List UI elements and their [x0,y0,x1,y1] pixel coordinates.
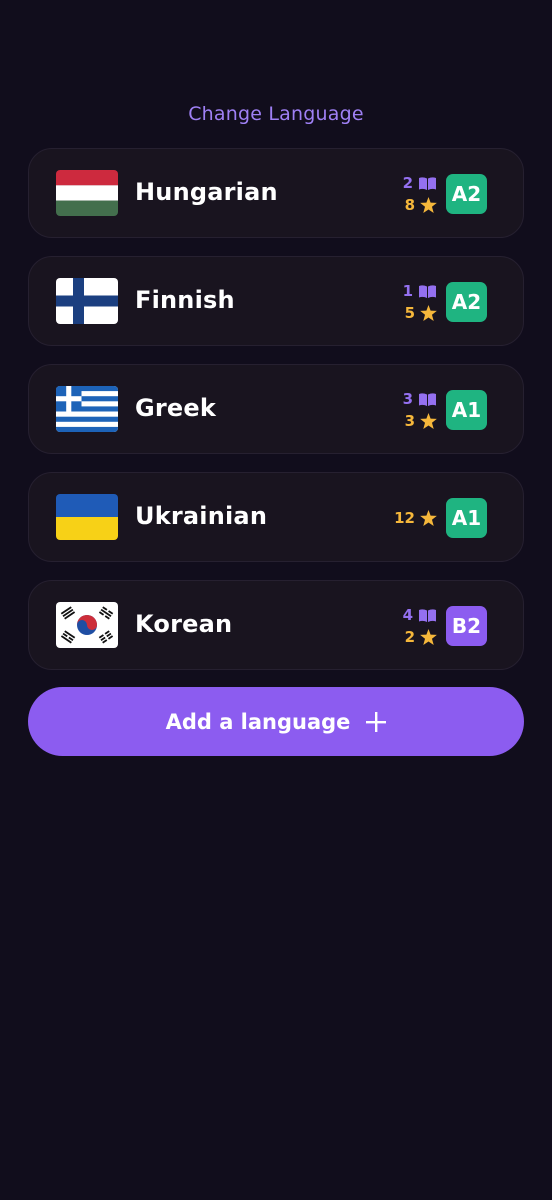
language-name: Greek [135,394,217,422]
language-stats: 3 3 [357,389,437,431]
add-language-button[interactable]: Add a language [28,687,524,756]
words-count: 4 [402,606,413,624]
language-stats: 12 [357,497,437,539]
language-name: Hungarian [135,178,278,206]
south-korea-flag-icon [56,602,118,648]
stars-count: 8 [404,196,415,214]
book-icon [419,176,436,190]
language-card-korean[interactable]: Korean 4 2 B2 [28,580,524,670]
language-name: Finnish [135,286,235,314]
star-icon [420,305,437,321]
language-stats: 4 2 [357,605,437,647]
language-name: Korean [135,610,233,638]
plus-icon [366,711,387,732]
language-list: Hungarian 2 8 A2 Finnish 1 5 A2 Greek 3 … [28,148,524,688]
language-card-ukrainian[interactable]: Ukrainian 12 A1 [28,472,524,562]
stars-count: 2 [404,628,415,646]
level-badge: A2 [446,282,487,322]
words-count: 2 [402,174,413,192]
words-count: 3 [402,390,413,408]
stars-stat: 2 [405,627,437,647]
language-stats: 2 8 [357,173,437,215]
stars-stat: 3 [405,411,437,431]
book-icon [419,284,436,298]
star-icon [420,629,437,645]
ukraine-flag-icon [56,494,118,540]
stars-stat: 8 [405,195,437,215]
add-language-label: Add a language [165,709,351,734]
words-stat: 2 [403,173,437,193]
stars-stat: 12 [394,508,437,528]
words-stat: 3 [403,389,437,409]
change-language-screen: Change Language Hungarian 2 8 A2 Finnish… [0,0,552,1200]
level-badge: B2 [446,606,487,646]
stars-count: 12 [394,509,415,527]
greece-flag-icon [56,386,118,432]
hungary-flag-icon [56,170,118,216]
language-name: Ukrainian [135,502,268,530]
language-card-greek[interactable]: Greek 3 3 A1 [28,364,524,454]
stars-count: 3 [404,412,415,430]
level-badge: A1 [446,498,487,538]
language-card-finnish[interactable]: Finnish 1 5 A2 [28,256,524,346]
words-stat: 4 [403,605,437,625]
language-stats: 1 5 [357,281,437,323]
stars-count: 5 [404,304,415,322]
language-card-hungarian[interactable]: Hungarian 2 8 A2 [28,148,524,238]
star-icon [420,413,437,429]
star-icon [420,510,437,526]
book-icon [419,608,436,622]
level-badge: A2 [446,174,487,214]
finland-flag-icon [56,278,118,324]
stars-stat: 5 [405,303,437,323]
star-icon [420,197,437,213]
words-count: 1 [402,282,413,300]
level-badge: A1 [446,390,487,430]
words-stat: 1 [403,281,437,301]
page-title: Change Language [188,103,364,125]
book-icon [419,392,436,406]
